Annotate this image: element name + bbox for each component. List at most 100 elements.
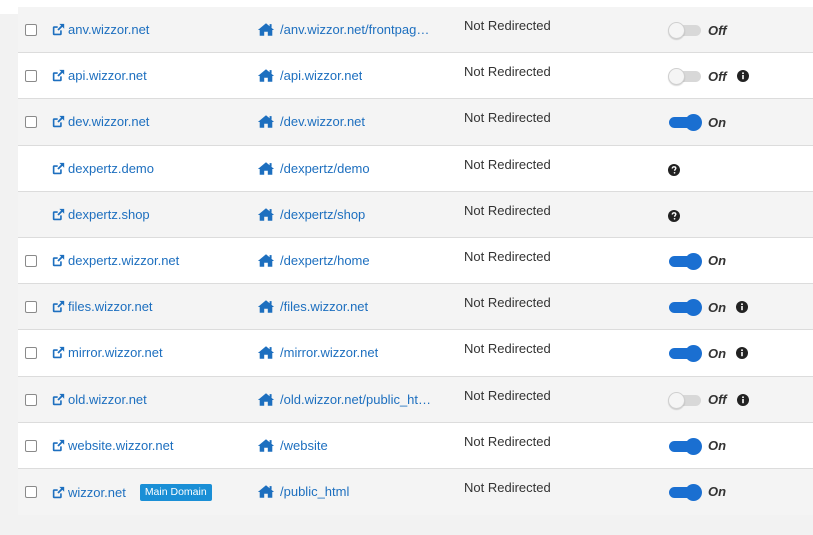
table-row: dexpertz.wizzor.net/dexpertz/home Not Red…: [18, 237, 813, 285]
toggle-state-label: Off: [708, 22, 727, 38]
home-icon: [257, 114, 275, 129]
domain-name: dexpertz.wizzor.net: [68, 252, 180, 268]
domain-name: api.wizzor.net: [68, 68, 147, 84]
https-redirect-toggle[interactable]: [668, 67, 702, 86]
domain-link[interactable]: dexpertz.demo: [52, 161, 154, 176]
https-redirect-toggle[interactable]: [668, 483, 702, 501]
domain-name: files.wizzor.net: [68, 299, 153, 315]
toggle-state-label: On: [708, 484, 727, 500]
row-checkbox[interactable]: [25, 347, 37, 360]
domain-name: website.wizzor.net: [68, 437, 174, 453]
table-row: anv.wizzor.net/anv.wizzor.net/frontpag… N…: [18, 7, 813, 54]
document-root-path: /dexpertz/shop: [280, 206, 366, 222]
row-checkbox[interactable]: [25, 439, 37, 452]
help-icon[interactable]: [668, 209, 680, 222]
redirect-status: Not Redirected: [464, 295, 551, 311]
external-link-icon: [52, 23, 65, 36]
domain-name: wizzor.net: [68, 484, 126, 500]
table-row: files.wizzor.net/files.wizzor.net Not Red…: [18, 284, 813, 331]
row-checkbox[interactable]: [25, 485, 37, 498]
document-root-link[interactable]: /api.wizzor.net: [257, 68, 457, 83]
https-redirect-control: On: [668, 344, 749, 363]
external-link-icon: [52, 300, 65, 313]
https-redirect-control: Off: [668, 391, 749, 409]
document-root-path: /anv.wizzor.net/frontpag…: [280, 22, 430, 37]
redirect-status: Not Redirected: [464, 18, 551, 33]
toggle-state-label: Off: [708, 68, 727, 84]
domain-link[interactable]: dexpertz.wizzor.net: [52, 253, 179, 268]
table-row: dexpertz.shop/dexpertz/shop Not Redirecte…: [18, 191, 813, 238]
document-root-path: /old.wizzor.net/public_ht…: [280, 391, 432, 407]
external-link-icon: [52, 69, 65, 82]
table-row: wizzor.net Main Domain/public_html Not Red…: [18, 468, 813, 516]
document-root-path: /website: [280, 437, 328, 453]
row-checkbox[interactable]: [25, 70, 37, 83]
document-root-link[interactable]: /dexpertz/demo: [257, 161, 457, 176]
document-root-link[interactable]: /dexpertz/shop: [257, 207, 457, 222]
help-icon[interactable]: [668, 163, 680, 176]
row-checkbox[interactable]: [25, 393, 37, 406]
table-row: dexpertz.demo/dexpertz/demo Not Redirecte…: [18, 145, 813, 192]
domain-name: anv.wizzor.net: [68, 22, 150, 37]
toggle-state-label: On: [708, 114, 727, 130]
info-icon[interactable]: [736, 347, 749, 360]
document-root-link[interactable]: /dexpertz/home: [257, 253, 457, 268]
document-root-link[interactable]: /website: [257, 438, 457, 453]
document-root-link[interactable]: /files.wizzor.net: [257, 299, 457, 314]
document-root-path: /mirror.wizzor.net: [280, 345, 379, 361]
domain-name: old.wizzor.net: [68, 391, 147, 407]
document-root-link[interactable]: /mirror.wizzor.net: [257, 345, 457, 360]
https-redirect-toggle[interactable]: [668, 437, 702, 455]
home-icon: [257, 392, 275, 407]
row-checkbox[interactable]: [25, 301, 37, 314]
external-link-icon: [52, 486, 65, 499]
home-icon: [257, 253, 275, 268]
document-root-link[interactable]: /anv.wizzor.net/frontpag…: [257, 22, 457, 37]
external-link-icon: [52, 208, 65, 221]
https-redirect-control: On: [668, 298, 749, 317]
domain-name: dexpertz.demo: [68, 160, 154, 176]
document-root-link[interactable]: /public_html: [257, 484, 457, 499]
info-icon[interactable]: [736, 301, 749, 314]
external-link-icon: [52, 346, 65, 359]
domain-link[interactable]: anv.wizzor.net: [52, 22, 149, 37]
https-redirect-toggle[interactable]: [668, 298, 702, 317]
document-root-link[interactable]: /old.wizzor.net/public_ht…: [257, 392, 457, 407]
domain-link[interactable]: wizzor.net Main Domain: [52, 483, 212, 501]
domain-link[interactable]: dexpertz.shop: [52, 207, 150, 222]
domain-link[interactable]: api.wizzor.net: [52, 68, 147, 83]
https-redirect-control: On: [668, 113, 727, 132]
row-checkbox[interactable]: [25, 116, 37, 129]
document-root-link[interactable]: /dev.wizzor.net: [257, 114, 457, 129]
document-root-path: /dev.wizzor.net: [280, 114, 366, 130]
domain-link[interactable]: old.wizzor.net: [52, 392, 147, 407]
external-link-icon: [52, 162, 65, 175]
toggle-state-label: On: [708, 299, 727, 315]
https-redirect-toggle[interactable]: [668, 252, 702, 270]
row-checkbox[interactable]: [25, 24, 37, 36]
toggle-state-label: On: [708, 438, 727, 454]
https-redirect-toggle[interactable]: [668, 344, 702, 363]
home-icon: [257, 207, 275, 222]
home-icon: [257, 438, 275, 453]
external-link-icon: [52, 254, 65, 267]
redirect-status: Not Redirected: [464, 202, 551, 218]
info-icon[interactable]: [736, 70, 749, 83]
redirect-status: Not Redirected: [464, 156, 551, 172]
domains-table: anv.wizzor.net/anv.wizzor.net/frontpag… N…: [18, 7, 813, 516]
https-redirect-toggle[interactable]: [668, 113, 702, 132]
main-domain-badge: Main Domain: [139, 483, 212, 501]
domain-link[interactable]: website.wizzor.net: [52, 438, 174, 453]
domain-link[interactable]: dev.wizzor.net: [52, 114, 149, 129]
https-redirect-toggle[interactable]: [668, 391, 702, 409]
https-redirect-control: Off: [668, 21, 727, 39]
row-checkbox[interactable]: [25, 254, 37, 267]
domain-link[interactable]: mirror.wizzor.net: [52, 345, 163, 360]
info-icon[interactable]: [736, 393, 749, 406]
https-redirect-toggle[interactable]: [668, 21, 702, 39]
domain-link[interactable]: files.wizzor.net: [52, 299, 153, 314]
table-row: api.wizzor.net/api.wizzor.net Not Redirec…: [18, 53, 813, 100]
redirect-status: Not Redirected: [464, 248, 551, 264]
external-link-icon: [52, 439, 65, 452]
home-icon: [257, 345, 275, 360]
